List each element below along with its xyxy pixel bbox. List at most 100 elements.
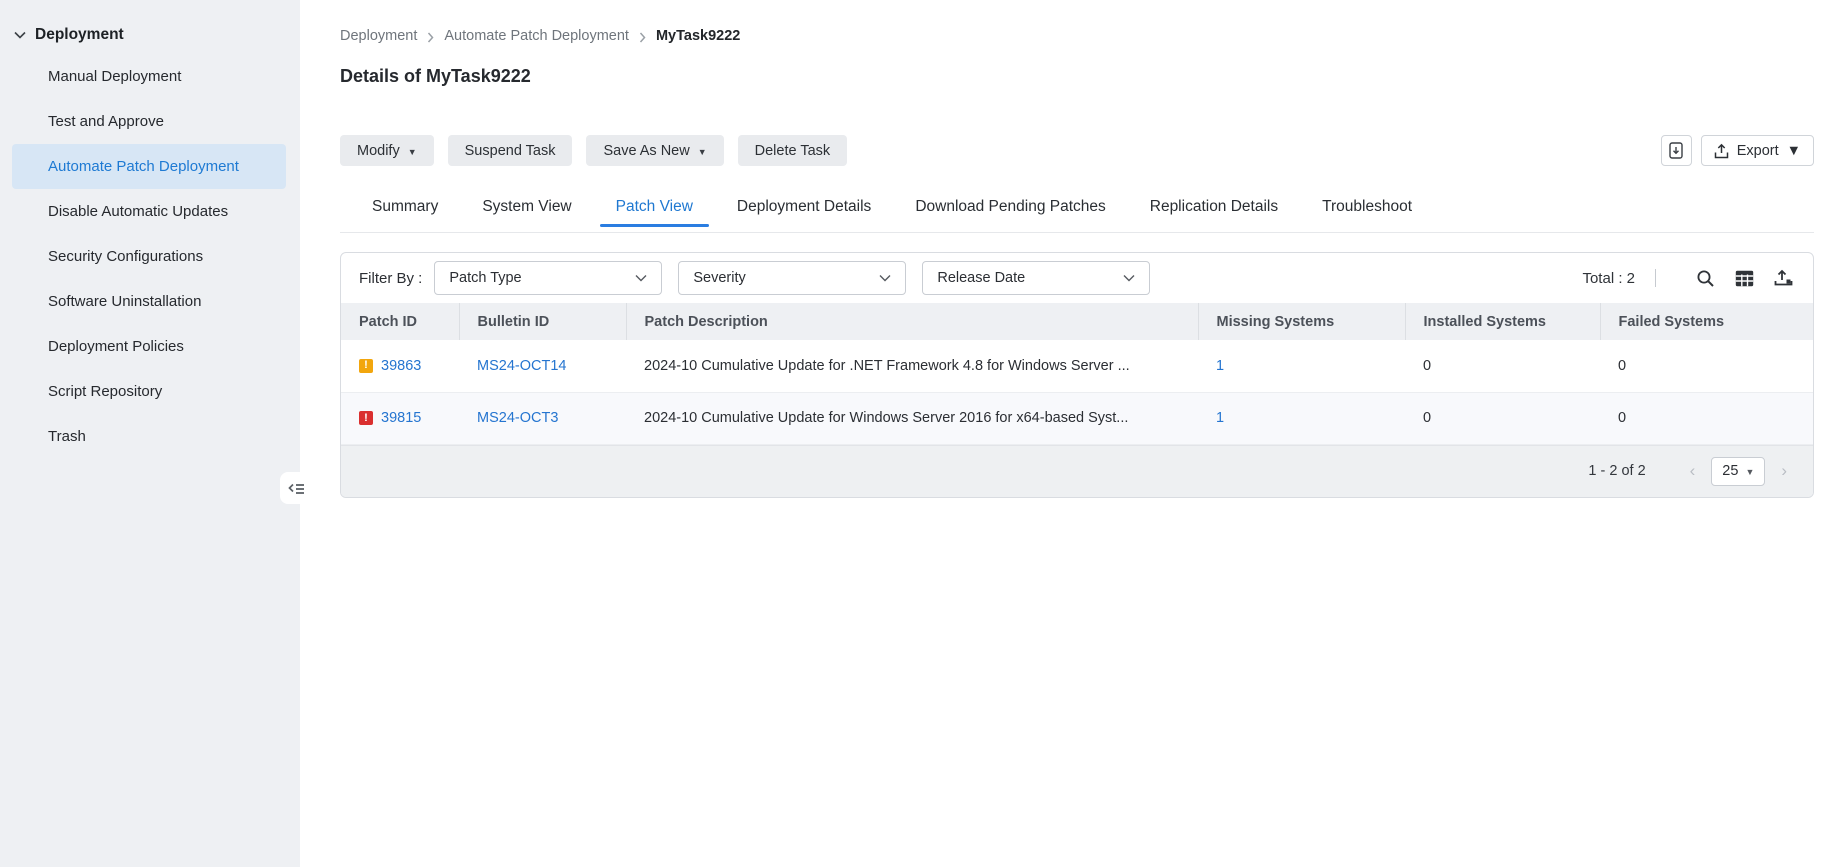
- bulletin-id-link[interactable]: MS24-OCT3: [477, 410, 558, 426]
- patch-type-dropdown[interactable]: Patch Type: [434, 261, 663, 295]
- sidebar-section-deployment[interactable]: Deployment: [0, 20, 300, 54]
- sidebar: Deployment Manual Deployment Test and Ap…: [0, 0, 312, 867]
- table-actions: Total : 2: [1582, 269, 1793, 288]
- caret-down-icon: ▼: [1745, 467, 1755, 477]
- tabs-bar: Summary System View Patch View Deploymen…: [340, 192, 1814, 233]
- export-upload-icon: [1714, 143, 1729, 159]
- collapse-sidebar-icon: [287, 481, 305, 495]
- pagination-bar: 1 - 2 of 2 ‹ 25 ▼ ›: [341, 444, 1813, 497]
- save-as-new-button-label: Save As New: [603, 142, 690, 159]
- installed-systems-value: 0: [1405, 392, 1600, 445]
- column-header-installed-systems[interactable]: Installed Systems: [1404, 303, 1600, 340]
- breadcrumb-current-task: MyTask9222: [655, 28, 741, 44]
- sidebar-item-automate-patch-deployment[interactable]: Automate Patch Deployment: [12, 144, 286, 189]
- failed-systems-value: 0: [1600, 392, 1813, 445]
- sidebar-item-deployment-policies[interactable]: Deployment Policies: [12, 324, 286, 369]
- breadcrumb-separator-icon: [427, 32, 434, 43]
- severity-dropdown[interactable]: Severity: [678, 261, 907, 295]
- caret-down-icon: ▼: [407, 146, 417, 157]
- filter-row: Filter By : Patch Type Severity Release …: [341, 253, 1813, 303]
- tab-system-view[interactable]: System View: [460, 192, 593, 225]
- total-count-label: Total : 2: [1582, 269, 1635, 287]
- caret-down-icon: ▼: [1786, 142, 1801, 159]
- suspend-task-button-label: Suspend Task: [464, 142, 556, 159]
- sidebar-item-manual-deployment[interactable]: Manual Deployment: [12, 54, 286, 99]
- export-table-icon[interactable]: [1774, 269, 1793, 287]
- missing-systems-link[interactable]: 1: [1216, 358, 1224, 374]
- sidebar-item-software-uninstallation[interactable]: Software Uninstallation: [12, 279, 286, 324]
- column-chooser-icon[interactable]: [1735, 270, 1754, 287]
- tab-download-pending-patches[interactable]: Download Pending Patches: [893, 192, 1127, 225]
- patch-description: 2024-10 Cumulative Update for Windows Se…: [626, 392, 1198, 445]
- export-button-label: Export: [1736, 142, 1779, 159]
- filter-by-label: Filter By :: [359, 269, 423, 287]
- column-header-missing-systems[interactable]: Missing Systems: [1197, 303, 1405, 340]
- suspend-task-button[interactable]: Suspend Task: [447, 135, 573, 166]
- page-title: Details of MyTask9222: [340, 66, 531, 86]
- modify-button-label: Modify: [357, 142, 400, 159]
- breadcrumb-automate-patch-deployment[interactable]: Automate Patch Deployment: [444, 28, 629, 44]
- column-header-failed-systems[interactable]: Failed Systems: [1599, 303, 1813, 340]
- column-header-patch-description[interactable]: Patch Description: [625, 303, 1198, 340]
- divider: [1655, 269, 1656, 287]
- chevron-down-icon: [879, 274, 891, 282]
- patch-description: 2024-10 Cumulative Update for .NET Frame…: [626, 340, 1198, 393]
- tabs-divider: [340, 232, 1814, 233]
- column-header-bulletin-id[interactable]: Bulletin ID: [458, 303, 626, 340]
- missing-systems-link[interactable]: 1: [1216, 410, 1224, 426]
- delete-task-button[interactable]: Delete Task: [737, 135, 848, 166]
- tab-troubleshoot[interactable]: Troubleshoot: [1300, 192, 1434, 225]
- release-date-dropdown[interactable]: Release Date: [922, 261, 1151, 295]
- save-as-new-button[interactable]: Save As New ▼: [586, 135, 724, 166]
- column-header-patch-id[interactable]: Patch ID: [341, 303, 459, 340]
- search-icon[interactable]: [1696, 269, 1715, 288]
- bulletin-id-link[interactable]: MS24-OCT14: [477, 358, 566, 374]
- patch-table: Patch ID Bulletin ID Patch Description M…: [341, 303, 1813, 445]
- chevron-down-icon: [1123, 274, 1135, 282]
- table-header-row: Patch ID Bulletin ID Patch Description M…: [341, 303, 1813, 340]
- tab-deployment-details[interactable]: Deployment Details: [715, 192, 893, 225]
- pagination-next-icon[interactable]: ›: [1775, 461, 1793, 481]
- document-download-icon: [1669, 142, 1683, 159]
- sidebar-item-trash[interactable]: Trash: [12, 414, 286, 459]
- page-size-dropdown[interactable]: 25 ▼: [1711, 456, 1766, 486]
- pagination-range-label: 1 - 2 of 2: [1588, 463, 1646, 479]
- breadcrumb-separator-icon: [639, 32, 646, 43]
- severity-critical-icon: !: [359, 411, 373, 425]
- page-size-value: 25: [1722, 463, 1739, 479]
- caret-down-icon: ▼: [697, 146, 707, 157]
- toolbar-right: Export ▼: [1660, 135, 1814, 166]
- chevron-down-icon: [635, 274, 647, 282]
- sidebar-item-security-configurations[interactable]: Security Configurations: [12, 234, 286, 279]
- severity-dropdown-value: Severity: [693, 270, 746, 286]
- release-date-dropdown-value: Release Date: [937, 270, 1026, 286]
- main-content: Deployment Automate Patch Deployment MyT…: [300, 0, 1823, 867]
- installed-systems-value: 0: [1405, 340, 1600, 393]
- failed-systems-value: 0: [1600, 340, 1813, 393]
- patch-type-dropdown-value: Patch Type: [449, 270, 522, 286]
- patch-view-panel: Filter By : Patch Type Severity Release …: [340, 252, 1814, 498]
- tab-replication-details[interactable]: Replication Details: [1128, 192, 1300, 225]
- chevron-down-icon: [14, 31, 26, 39]
- sidebar-section-label: Deployment: [35, 26, 124, 43]
- sidebar-collapse-button[interactable]: [280, 472, 312, 504]
- toolbar: Modify ▼ Suspend Task Save As New ▼ Dele…: [340, 135, 1814, 166]
- patch-id-link[interactable]: 39863: [381, 358, 421, 374]
- breadcrumb-deployment[interactable]: Deployment: [340, 28, 417, 44]
- severity-important-icon: !: [359, 358, 373, 373]
- tab-summary[interactable]: Summary: [350, 192, 460, 225]
- table-row: ! 39815 MS24-OCT3 2024-10 Cumulative Upd…: [341, 392, 1813, 445]
- patch-id-link[interactable]: 39815: [381, 410, 421, 426]
- delete-task-button-label: Delete Task: [754, 142, 831, 159]
- sidebar-item-disable-automatic-updates[interactable]: Disable Automatic Updates: [12, 189, 286, 234]
- download-report-button[interactable]: [1660, 135, 1692, 166]
- sidebar-item-script-repository[interactable]: Script Repository: [12, 369, 286, 414]
- export-button[interactable]: Export ▼: [1700, 135, 1814, 166]
- sidebar-item-test-and-approve[interactable]: Test and Approve: [12, 99, 286, 144]
- tab-patch-view[interactable]: Patch View: [594, 192, 715, 227]
- table-row: ! 39863 MS24-OCT14 2024-10 Cumulative Up…: [341, 340, 1813, 393]
- pagination-prev-icon[interactable]: ‹: [1684, 461, 1702, 481]
- modify-button[interactable]: Modify ▼: [340, 135, 434, 166]
- app-root: Deployment Manual Deployment Test and Ap…: [0, 0, 1823, 867]
- breadcrumb: Deployment Automate Patch Deployment MyT…: [340, 28, 1814, 44]
